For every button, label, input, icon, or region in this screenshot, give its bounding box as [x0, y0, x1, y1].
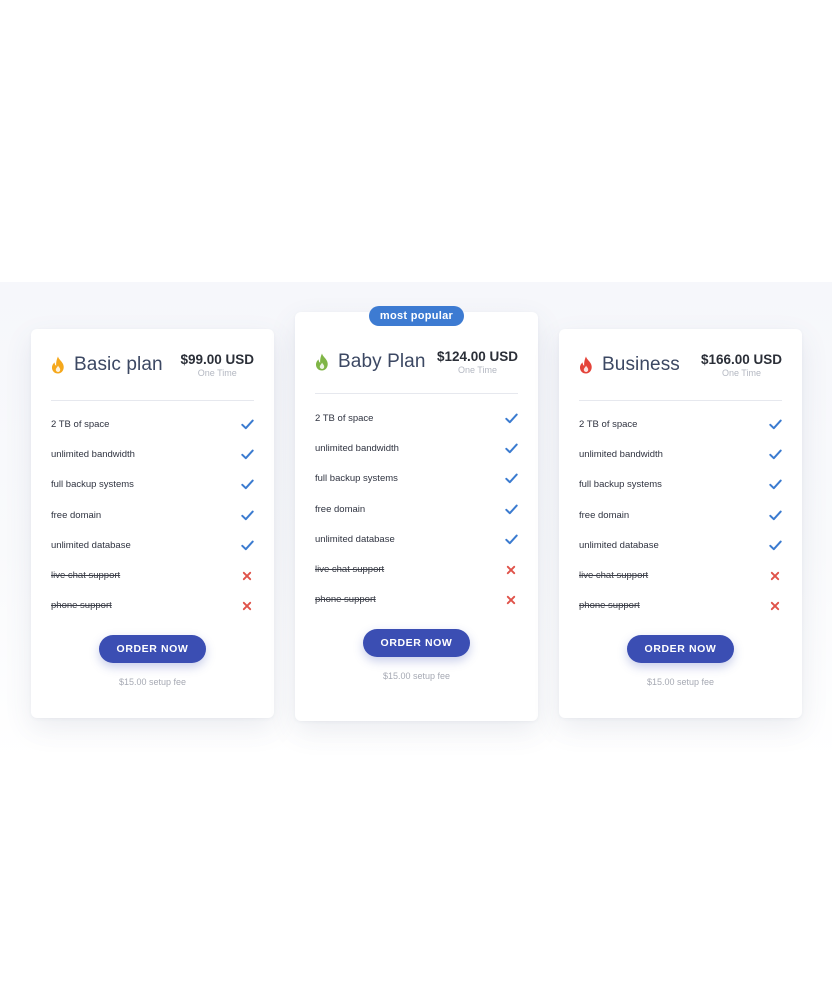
pricing-card-business: Business $166.00 USD One Time 2 TB of sp… [559, 329, 802, 718]
order-now-button[interactable]: ORDER NOW [627, 635, 734, 664]
plan-price: $166.00 USD [700, 351, 782, 367]
feature-label: free domain [579, 509, 630, 521]
feature-item: 2 TB of space [51, 409, 254, 439]
setup-fee: $15.00 setup fee [118, 677, 187, 688]
feature-item: phone support [315, 585, 518, 615]
feature-item: full backup systems [315, 464, 518, 494]
close-icon [240, 569, 254, 583]
check-icon [504, 532, 518, 546]
check-icon [240, 508, 254, 522]
check-icon [768, 447, 782, 461]
plan-price: $99.00 USD [180, 351, 254, 367]
plan-title: Business [579, 354, 680, 376]
flame-icon [52, 356, 64, 373]
feature-item: unlimited bandwidth [315, 433, 518, 463]
close-icon [768, 569, 782, 583]
check-icon [240, 538, 254, 552]
feature-list: 2 TB of space unlimited bandwidth full bac… [315, 403, 518, 615]
feature-label: live chat support [579, 570, 649, 582]
card-header: Basic plan $99.00 USD One Time [51, 329, 254, 401]
feature-item: unlimited database [51, 530, 254, 560]
feature-label: live chat support [51, 570, 121, 582]
plan-title: Baby Plan [315, 351, 426, 373]
price-block: $166.00 USD One Time [701, 352, 782, 378]
close-icon [240, 599, 254, 613]
setup-fee: $15.00 setup fee [382, 671, 451, 682]
check-icon [240, 417, 254, 431]
feature-label: unlimited bandwidth [579, 448, 663, 460]
flame-icon [316, 353, 328, 370]
feature-label: unlimited bandwidth [315, 442, 399, 454]
feature-label: free domain [51, 509, 102, 521]
check-icon [504, 441, 518, 455]
feature-label: unlimited database [579, 539, 659, 551]
price-block: $99.00 USD One Time [180, 352, 254, 378]
feature-label: free domain [315, 503, 366, 515]
most-popular-badge: most popular [369, 306, 464, 326]
plan-name: Baby Plan [338, 350, 426, 372]
feature-label: full backup systems [315, 473, 398, 485]
close-icon [504, 593, 518, 607]
feature-label: unlimited database [51, 539, 131, 551]
feature-item: live chat support [579, 560, 782, 590]
feature-item: full backup systems [51, 470, 254, 500]
feature-item: live chat support [315, 554, 518, 584]
feature-list: 2 TB of space unlimited bandwidth full bac… [51, 409, 254, 621]
feature-label: 2 TB of space [315, 412, 374, 424]
price-note: One Time [457, 364, 497, 375]
check-icon [504, 411, 518, 425]
feature-label: 2 TB of space [51, 418, 110, 430]
pricing-card-baby: Baby Plan $124.00 USD One Time 2 TB of s… [295, 312, 538, 721]
feature-label: phone support [579, 600, 640, 612]
feature-item: unlimited database [579, 530, 782, 560]
feature-item: unlimited database [315, 524, 518, 554]
feature-label: phone support [51, 600, 112, 612]
card-header: Baby Plan $124.00 USD One Time [315, 330, 518, 394]
feature-item: free domain [51, 500, 254, 530]
feature-label: unlimited database [315, 533, 395, 545]
check-icon [768, 508, 782, 522]
price-note: One Time [197, 367, 237, 378]
feature-label: phone support [315, 594, 376, 606]
check-icon [768, 538, 782, 552]
check-icon [504, 502, 518, 516]
price-note: One Time [721, 367, 761, 378]
check-icon [240, 447, 254, 461]
plan-price: $124.00 USD [436, 348, 518, 364]
plan-title: Basic plan [51, 354, 163, 376]
setup-fee: $15.00 setup fee [646, 677, 715, 688]
feature-label: live chat support [315, 564, 385, 576]
pricing-card-basic: Basic plan $99.00 USD One Time 2 TB of s… [31, 329, 274, 718]
feature-item: 2 TB of space [579, 409, 782, 439]
feature-item: free domain [315, 494, 518, 524]
feature-label: full backup systems [51, 479, 134, 491]
feature-item: phone support [51, 591, 254, 621]
feature-item: live chat support [51, 560, 254, 590]
order-now-button[interactable]: ORDER NOW [99, 635, 206, 664]
check-icon [504, 472, 518, 486]
feature-item: free domain [579, 500, 782, 530]
plan-name: Business [602, 353, 680, 375]
price-block: $124.00 USD One Time [437, 349, 518, 375]
order-now-button[interactable]: ORDER NOW [363, 629, 470, 658]
feature-label: 2 TB of space [579, 418, 638, 430]
card-header: Business $166.00 USD One Time [579, 329, 782, 401]
feature-label: full backup systems [579, 479, 662, 491]
feature-item: 2 TB of space [315, 403, 518, 433]
feature-item: phone support [579, 591, 782, 621]
check-icon [240, 478, 254, 492]
check-icon [768, 417, 782, 431]
feature-item: unlimited bandwidth [579, 439, 782, 469]
close-icon [504, 563, 518, 577]
feature-item: unlimited bandwidth [51, 439, 254, 469]
close-icon [768, 599, 782, 613]
feature-label: unlimited bandwidth [51, 448, 135, 460]
flame-icon [580, 356, 592, 373]
plan-name: Basic plan [74, 353, 163, 375]
feature-item: full backup systems [579, 470, 782, 500]
feature-list: 2 TB of space unlimited bandwidth full bac… [579, 409, 782, 621]
check-icon [768, 478, 782, 492]
